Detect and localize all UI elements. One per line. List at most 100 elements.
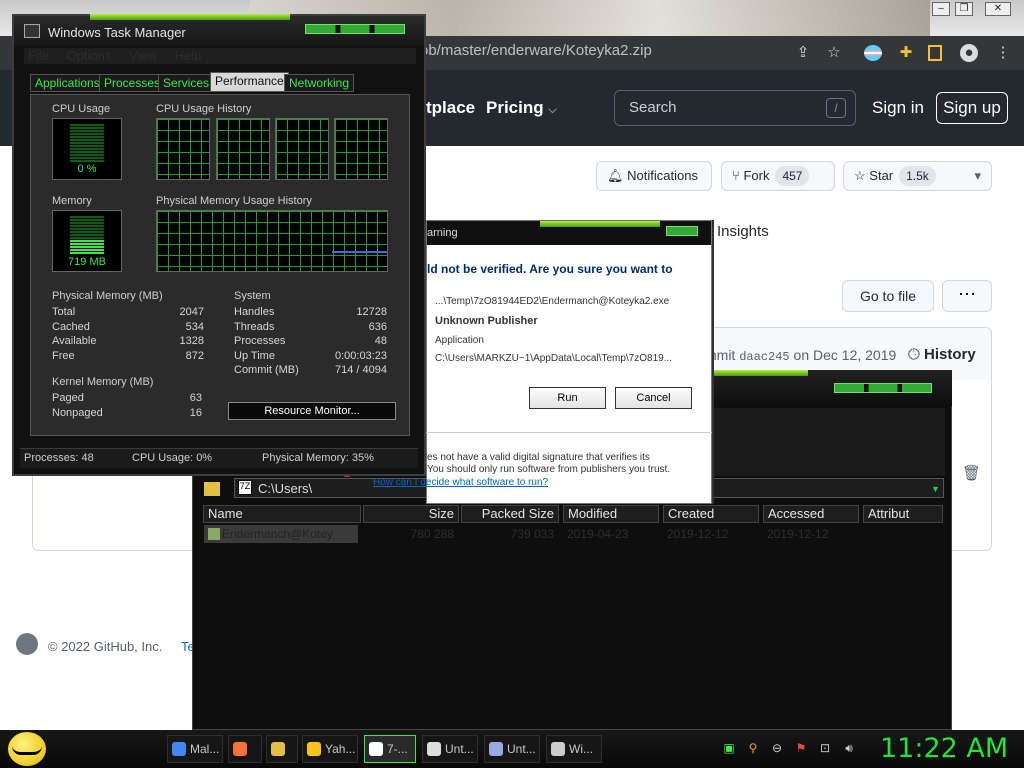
maximize-icon[interactable]: ❐: [955, 2, 973, 16]
menu-file[interactable]: File: [28, 48, 49, 63]
cpu-history-graph: [334, 118, 388, 180]
menu-help[interactable]: Help: [175, 48, 202, 63]
folder-up-icon[interactable]: [204, 482, 220, 496]
tab-networking[interactable]: Networking: [284, 74, 355, 92]
tab-applications[interactable]: Applications: [30, 74, 105, 92]
taskbar-button[interactable]: Wi...: [546, 735, 602, 763]
chevron-down-icon[interactable]: ▼: [931, 484, 940, 494]
menu-view[interactable]: View: [129, 48, 157, 63]
history-link[interactable]: 🕓︎ History: [908, 346, 976, 363]
star-count: 1.5k: [899, 166, 936, 186]
tab-processes[interactable]: Processes: [99, 74, 166, 92]
taskbar-button[interactable]: [228, 735, 262, 763]
volume-icon[interactable]: 🔊︎: [842, 741, 856, 755]
profile-icon[interactable]: ●: [960, 44, 978, 62]
nav-marketplace[interactable]: tplace: [426, 98, 475, 118]
row-packed-size: 739 033: [510, 527, 554, 541]
cpu-usage-value: 0 %: [77, 163, 97, 175]
exe-file-icon: [208, 528, 220, 540]
system-value: 48: [374, 335, 387, 347]
cpu-history-graph: [156, 118, 210, 180]
share-icon[interactable]: ⇪: [794, 44, 812, 62]
column-created[interactable]: Created: [663, 505, 759, 523]
column-accessed[interactable]: Accessed: [763, 505, 859, 523]
smiley-mouth: [12, 746, 42, 755]
fork-button[interactable]: ⑂ Fork 457: [721, 161, 835, 191]
run-button[interactable]: Run: [529, 387, 606, 409]
sidebar-icon[interactable]: [928, 45, 942, 61]
sign-in-link[interactable]: Sign in: [872, 98, 924, 118]
window-controls[interactable]: [305, 24, 405, 34]
trash-icon[interactable]: 🗑︎: [962, 464, 981, 482]
taskbar-label: 7-...: [387, 742, 408, 756]
menu-options[interactable]: Options: [67, 48, 112, 63]
menu-icon[interactable]: ⋮: [994, 44, 1012, 62]
search-icon[interactable]: ⚲: [746, 741, 760, 755]
tab-insights[interactable]: Insights: [717, 223, 769, 240]
nav-pricing[interactable]: Pricing ⌵: [486, 98, 557, 118]
memory-bars-filled: [70, 240, 104, 254]
extensions-icon[interactable]: ✚: [897, 44, 915, 62]
column-size[interactable]: Size: [363, 505, 459, 523]
column-attributes[interactable]: Attribut: [863, 505, 943, 523]
path-text: C:\Users\: [258, 481, 313, 496]
system-value: 12728: [356, 306, 387, 318]
window-controls[interactable]: [834, 383, 932, 393]
go-to-file-button[interactable]: Go to file: [842, 280, 934, 312]
status-processes: Processes: 48: [24, 452, 94, 464]
close-icon[interactable]: ✕: [985, 2, 1011, 16]
resource-monitor-button[interactable]: Resource Monitor...: [228, 402, 396, 420]
taskbar-button[interactable]: [266, 735, 298, 763]
bell-icon: 🔔︎: [607, 168, 624, 183]
minimize-icon[interactable]: –: [932, 2, 950, 16]
column-name[interactable]: Name: [203, 505, 361, 523]
minus-circle-icon[interactable]: ⊖: [770, 741, 784, 755]
url-text[interactable]: ob/master/enderware/Koteyka2.zip: [420, 42, 652, 59]
cpu-history-label: CPU Usage History: [156, 103, 252, 115]
file-from: C:\Users\MARKZU~1\AppData\Local\Temp\7zO…: [435, 353, 673, 364]
cpu-bars: [70, 124, 104, 162]
network-icon[interactable]: ⊡: [818, 741, 832, 755]
footer-copyright: © 2022 GitHub, Inc.: [48, 639, 163, 654]
tray-app-icon[interactable]: ▣: [722, 741, 736, 755]
flag-icon[interactable]: [864, 45, 882, 61]
help-link[interactable]: How can I decide what software to run?: [373, 477, 548, 488]
tab-services[interactable]: Services: [158, 74, 215, 92]
commit-hash[interactable]: daac245: [739, 350, 789, 364]
star-button[interactable]: ☆ Star 1.5k ▾: [843, 161, 992, 191]
7zip-archive-icon: 7Z: [238, 480, 252, 495]
taskbar-button[interactable]: Unt...: [484, 735, 540, 763]
physical-memory-history-graph: [156, 210, 388, 272]
column-packed-size[interactable]: Packed Size: [461, 505, 559, 523]
menu-bar: File Options View Help: [24, 48, 416, 64]
close-icon[interactable]: [666, 226, 698, 236]
tab-performance[interactable]: Performance: [210, 72, 289, 92]
memory-line: [332, 251, 387, 253]
title-accent: [712, 370, 808, 376]
paint-icon: [489, 742, 503, 756]
flag-tray-icon[interactable]: ⚑: [794, 741, 808, 755]
task-manager-icon: [24, 24, 40, 38]
taskbar-button[interactable]: Mal...: [167, 735, 223, 763]
notepad-icon: [427, 742, 441, 756]
title-accent: [90, 14, 290, 20]
system-value: 714 / 4094: [335, 364, 387, 376]
memory-value: 719 MB: [68, 256, 106, 268]
system-value: 0:00:03:23: [335, 349, 387, 362]
kernel-memory-label: Kernel Memory (MB): [52, 376, 154, 388]
taskbar-button[interactable]: Yah...: [302, 735, 358, 763]
cancel-button[interactable]: Cancel: [615, 387, 692, 409]
taskbar-button[interactable]: Unt...: [422, 735, 478, 763]
column-modified[interactable]: Modified: [563, 505, 659, 523]
search-shortcut-key: /: [826, 98, 846, 118]
taskbar-label: Yah...: [325, 742, 356, 756]
clock[interactable]: 11:22 AM: [880, 733, 1008, 764]
chevron-down-icon[interactable]: ▾: [974, 162, 981, 190]
more-options-button[interactable]: ⋯: [942, 280, 992, 312]
yahoo-icon: [307, 742, 321, 756]
taskbar-button[interactable]: 7-...: [364, 735, 416, 763]
status-cpu: CPU Usage: 0%: [132, 452, 213, 464]
star-icon[interactable]: ☆: [825, 44, 843, 62]
notifications-button[interactable]: 🔔︎ Notifications: [596, 161, 712, 191]
sign-up-button[interactable]: Sign up: [936, 92, 1008, 124]
